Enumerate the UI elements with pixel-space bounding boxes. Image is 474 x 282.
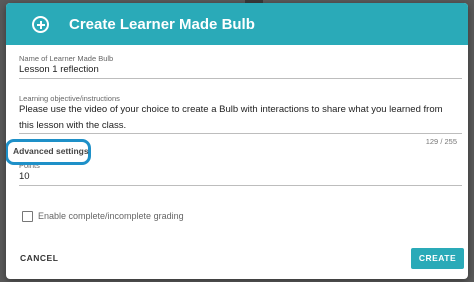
- advanced-settings-highlight[interactable]: Advanced settings: [6, 139, 91, 165]
- points-field-underline: [19, 185, 462, 186]
- advanced-settings-toggle[interactable]: Advanced settings: [13, 146, 89, 156]
- dialog-header: Create Learner Made Bulb: [6, 3, 468, 45]
- character-counter: 129 / 255: [425, 137, 457, 146]
- name-field-underline: [19, 78, 462, 79]
- create-button[interactable]: CREATE: [411, 248, 464, 269]
- grading-checkbox[interactable]: [22, 211, 33, 222]
- grading-checkbox-label[interactable]: Enable complete/incomplete grading: [38, 211, 184, 221]
- add-circle-icon: [32, 16, 49, 33]
- dialog-title: Create Learner Made Bulb: [69, 16, 255, 33]
- name-field-label: Name of Learner Made Bulb: [19, 54, 114, 63]
- create-bulb-dialog: Create Learner Made Bulb Name of Learner…: [6, 3, 468, 279]
- points-field[interactable]: 10: [19, 171, 30, 182]
- name-field[interactable]: Lesson 1 reflection: [19, 64, 99, 75]
- objective-field-underline: [19, 133, 462, 134]
- cancel-button[interactable]: CANCEL: [20, 253, 58, 263]
- objective-textarea[interactable]: Please use the video of your choice to c…: [19, 102, 459, 134]
